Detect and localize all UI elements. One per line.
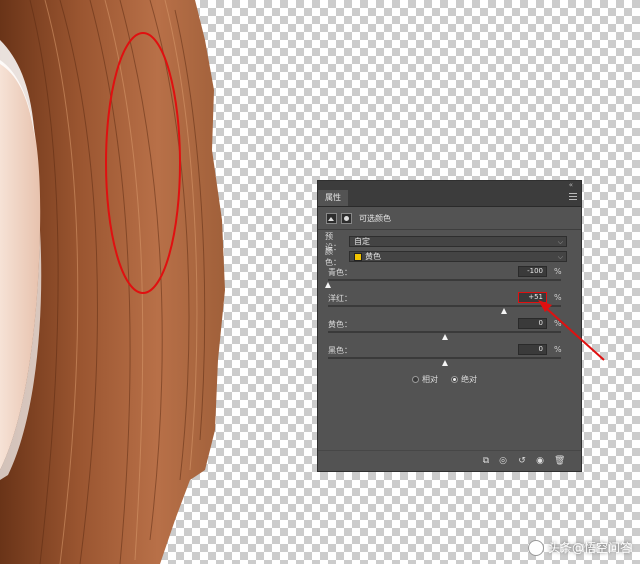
cyan-slider-track[interactable]: [328, 279, 561, 281]
yellow-label: 黄色：: [328, 320, 352, 329]
magenta-slider-track[interactable]: [328, 305, 561, 307]
yellow-slider-thumb[interactable]: [441, 334, 448, 340]
relative-label: 相对: [422, 375, 438, 384]
hair-photo: [0, 0, 225, 564]
absolute-label: 绝对: [461, 375, 477, 384]
colors-dropdown[interactable]: 黄色 ⌵: [349, 251, 567, 262]
colors-row: 颜色：: [325, 247, 346, 267]
panel-tab-row: 属性: [318, 190, 581, 207]
black-slider-thumb[interactable]: [441, 360, 448, 366]
relative-radio[interactable]: [412, 376, 419, 383]
chevron-down-icon: ⌵: [557, 238, 563, 246]
clip-to-layer-icon[interactable]: ⧉: [481, 456, 491, 466]
watermark: 头条@悟空问答: [527, 539, 632, 556]
watermark-logo-icon: [527, 539, 544, 556]
trash-icon[interactable]: 🗑: [554, 456, 565, 466]
chevron-down-icon: ⌵: [557, 253, 563, 261]
yellow-unit: %: [554, 319, 562, 328]
watermark-text: 头条@悟空问答: [547, 541, 632, 555]
preset-value: 自定: [354, 237, 370, 246]
tab-properties[interactable]: 属性: [318, 190, 348, 206]
cyan-slider-thumb[interactable]: [325, 282, 331, 288]
view-previous-icon[interactable]: ◎: [498, 456, 508, 466]
magenta-unit: %: [554, 293, 562, 302]
header-divider: [318, 229, 581, 230]
reset-icon[interactable]: ↺: [517, 456, 527, 466]
layer-mask-icon[interactable]: [341, 212, 352, 224]
yellow-value-field[interactable]: 0: [518, 318, 547, 329]
colors-label: 颜色：: [325, 246, 341, 267]
black-slider-track[interactable]: [328, 357, 561, 359]
cyan-label: 青色：: [328, 268, 352, 277]
absolute-radio[interactable]: [451, 376, 458, 383]
colors-value: 黄色: [365, 252, 381, 261]
collapse-panel-icon[interactable]: «: [569, 181, 573, 190]
magenta-value-field[interactable]: +51: [518, 292, 547, 303]
black-label: 黑色：: [328, 346, 352, 355]
black-value-field[interactable]: 0: [518, 344, 547, 355]
cyan-value-field[interactable]: -100: [518, 266, 547, 277]
panel-top-bar: «: [318, 181, 581, 190]
adjustment-layer-icon[interactable]: [326, 212, 337, 224]
cyan-unit: %: [554, 267, 562, 276]
yellow-swatch-icon: [354, 252, 362, 261]
adjustment-header: 可选颜色: [326, 211, 391, 225]
magenta-label: 洋红：: [328, 294, 352, 303]
adjustment-title: 可选颜色: [359, 213, 391, 223]
black-unit: %: [554, 345, 562, 354]
panel-menu-icon[interactable]: [569, 193, 577, 201]
method-radio-group: 相对 绝对: [412, 374, 487, 385]
magenta-slider-thumb[interactable]: [500, 308, 507, 314]
panel-footer: ⧉ ◎ ↺ ◉ 🗑: [318, 450, 581, 471]
yellow-slider-track[interactable]: [328, 331, 561, 333]
visibility-icon[interactable]: ◉: [535, 456, 545, 466]
properties-panel: « 属性 可选颜色 预设： 自定 ⌵ 颜色： 黄色 ⌵ 青色： -100 % 洋…: [317, 180, 582, 472]
preset-dropdown[interactable]: 自定 ⌵: [349, 236, 567, 247]
